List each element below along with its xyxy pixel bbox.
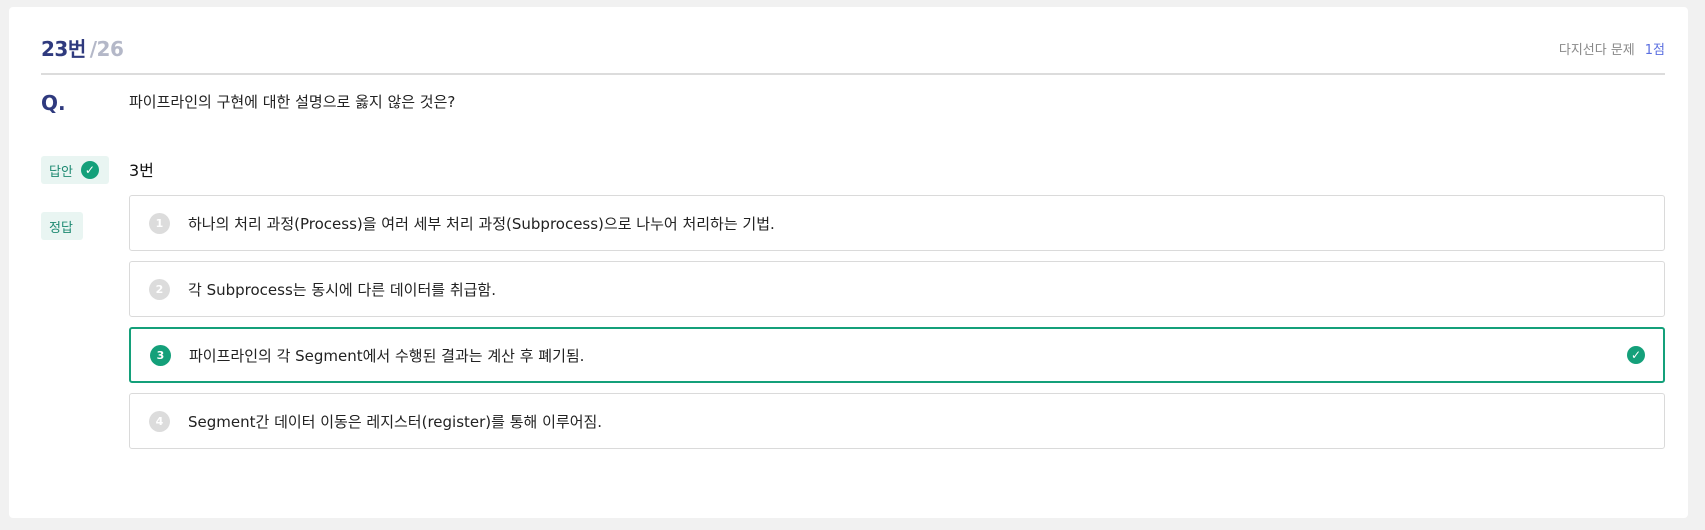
correct-check-icon: ✓: [1627, 346, 1645, 364]
option-text: 각 Subprocess는 동시에 다른 데이터를 취급함.: [188, 280, 497, 299]
question-number-current: 23번: [41, 37, 86, 61]
option-text: 파이프라인의 각 Segment에서 수행된 결과는 계산 후 폐기됨.: [189, 346, 585, 365]
answer-badge: 답안 ✓: [41, 156, 109, 184]
question-text: 파이프라인의 구현에 대한 설명으로 옳지 않은 것은?: [129, 93, 456, 111]
submitted-answer: 3번: [129, 161, 154, 180]
option-number: 4: [149, 410, 170, 432]
question-label: Q.: [41, 91, 66, 115]
option-2[interactable]: 2 각 Subprocess는 동시에 다른 데이터를 취급함.: [129, 261, 1665, 317]
option-text: 하나의 처리 과정(Process)을 여러 세부 처리 과정(Subproce…: [188, 214, 775, 233]
answer-badge-label: 답안: [49, 164, 73, 180]
question-type: 다지선다 문제: [1558, 43, 1635, 58]
question-header: 23번/26 다지선다 문제 1점: [41, 29, 1665, 75]
option-number: 1: [149, 212, 170, 234]
option-text: Segment간 데이터 이동은 레지스터(register)를 통해 이루어짐…: [188, 412, 603, 431]
option-3[interactable]: 3 파이프라인의 각 Segment에서 수행된 결과는 계산 후 폐기됨. ✓: [129, 327, 1665, 383]
question-points: 1점: [1644, 43, 1665, 58]
correct-badge: 정답: [41, 212, 83, 240]
question-number-total: /26: [89, 37, 124, 61]
check-icon: ✓: [80, 161, 99, 179]
option-number: 3: [150, 344, 171, 366]
option-number: 2: [149, 278, 170, 300]
option-4[interactable]: 4 Segment간 데이터 이동은 레지스터(register)를 통해 이루…: [129, 393, 1665, 449]
question-meta: 다지선다 문제 1점: [1559, 39, 1665, 58]
question-card: 23번/26 다지선다 문제 1점 Q. 파이프라인의 구현에 대한 설명으로 옳…: [9, 7, 1688, 518]
option-1[interactable]: 1 하나의 처리 과정(Process)을 여러 세부 처리 과정(Subpro…: [129, 195, 1665, 251]
correct-badge-label: 정답: [49, 220, 73, 236]
question-number: 23번/26: [41, 33, 124, 62]
